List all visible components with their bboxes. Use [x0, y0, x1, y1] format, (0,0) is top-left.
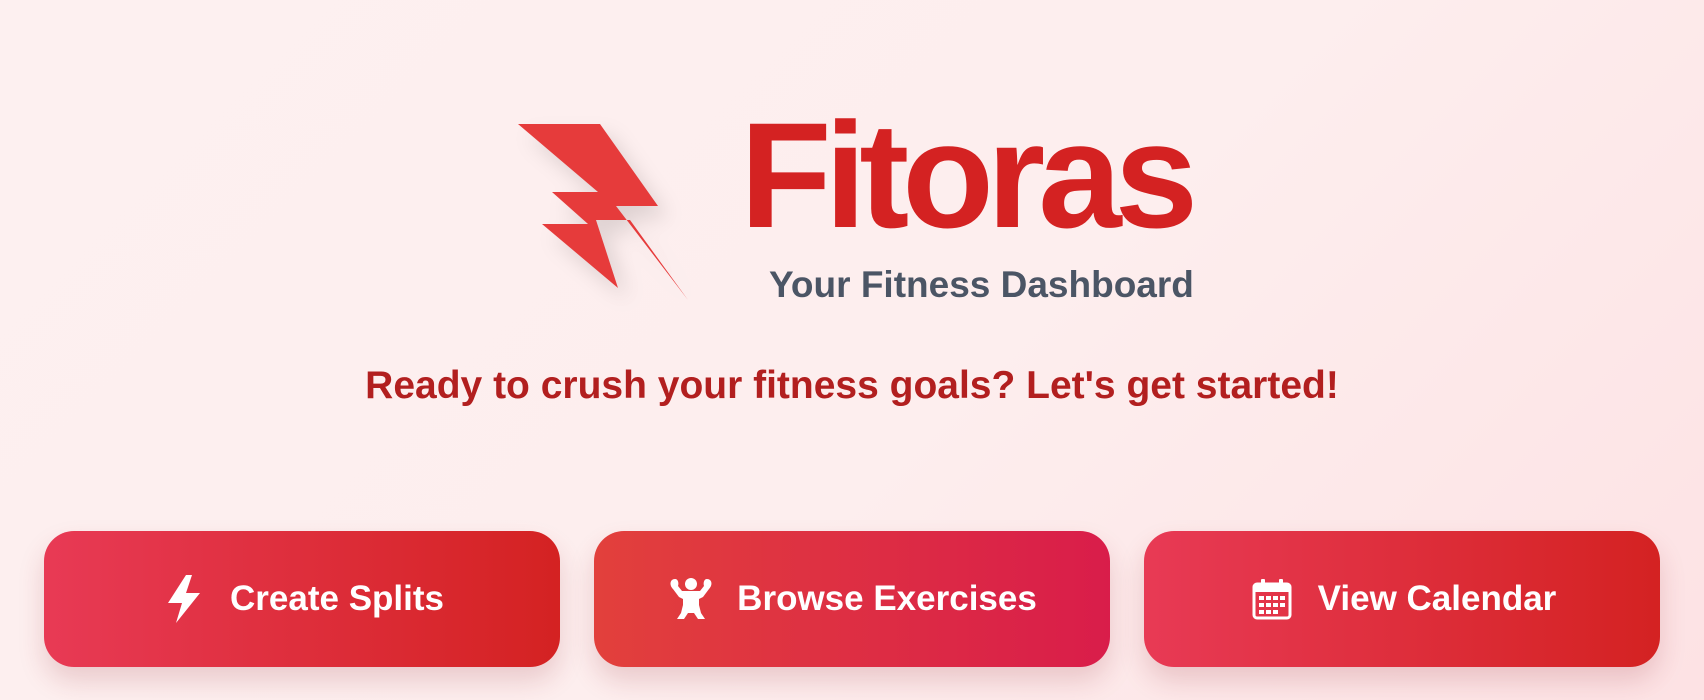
app-title: Fitoras [740, 91, 1198, 259]
muscle-man-icon [667, 575, 715, 623]
view-calendar-button[interactable]: View Calendar [1144, 531, 1660, 667]
brand-block: Fitoras Your Fitness Dashboard [740, 100, 1210, 310]
tagline: Ready to crush your fitness goals? Let's… [365, 364, 1339, 407]
create-splits-label: Create Splits [230, 579, 444, 618]
lightning-bolt-icon [518, 124, 688, 300]
create-splits-button[interactable]: Create Splits [44, 531, 560, 667]
calendar-icon [1248, 575, 1296, 623]
app-subtitle: Your Fitness Dashboard [769, 264, 1194, 305]
browse-exercises-label: Browse Exercises [737, 579, 1037, 618]
browse-exercises-button[interactable]: Browse Exercises [594, 531, 1110, 667]
view-calendar-label: View Calendar [1317, 579, 1557, 618]
action-buttons: Create Splits Browse Exercises View Cale… [44, 531, 1660, 667]
hero-section: Fitoras Your Fitness Dashboard Ready to … [0, 0, 1704, 700]
lightning-bolt-icon [160, 575, 208, 623]
